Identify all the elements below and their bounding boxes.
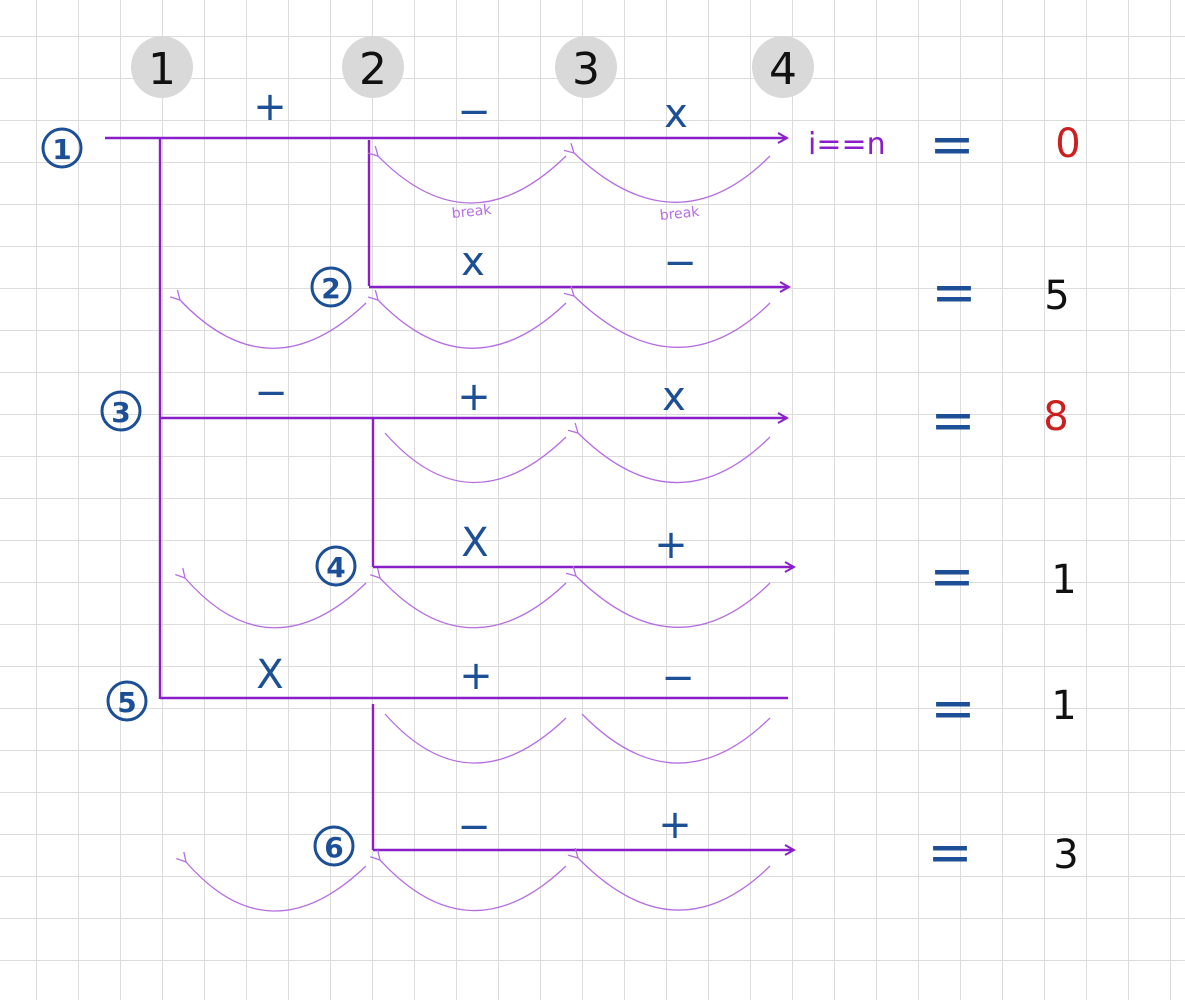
row-marker-1: 1 [41, 127, 83, 169]
result-value: 8 [1043, 394, 1068, 440]
row-number: 5 [117, 686, 136, 719]
operator-label: − [457, 804, 491, 850]
row-number: 4 [326, 551, 345, 584]
operator-label: − [663, 240, 697, 286]
backtrack-arc [565, 565, 771, 628]
result-value: 0 [1055, 121, 1080, 167]
column-badge-3: 3 [555, 36, 617, 98]
column-label: 4 [769, 44, 797, 95]
operator-label: + [658, 802, 692, 848]
row-number: 2 [321, 272, 340, 305]
break-label: break [451, 202, 493, 222]
result-value: 5 [1044, 273, 1069, 319]
equals-sign: = [929, 113, 974, 176]
operator-label: − [254, 370, 288, 416]
backtrack-arc [567, 847, 771, 911]
row-markers: 1 2 3 4 5 6 [41, 127, 357, 867]
backtrack-arc [384, 432, 567, 484]
operator-label: + [654, 522, 688, 568]
column-label: 1 [148, 44, 176, 95]
operator-label: x [461, 239, 485, 285]
column-label: 3 [572, 44, 600, 95]
result-value: 1 [1051, 683, 1076, 729]
terminal-condition-label: i==n [808, 127, 886, 162]
operator-label: x [664, 91, 688, 137]
operator-label: + [253, 84, 287, 130]
backtrack-arc [176, 851, 367, 912]
row-marker-5: 5 [106, 680, 148, 722]
operator-labels: + − x x − − + x X + X + − − + [253, 84, 697, 850]
operator-label: + [457, 374, 491, 420]
equals-sign: = [927, 821, 972, 884]
backtrack-arc [370, 567, 567, 629]
operator-label: x [662, 374, 686, 420]
operator-label: − [457, 89, 491, 135]
backtrack-arc [581, 713, 771, 764]
row-number: 6 [324, 831, 343, 864]
backtrack-arc [367, 145, 567, 204]
backtrack-arc [563, 142, 771, 203]
row-number: 3 [111, 396, 130, 429]
notebook-grid-canvas: 1 2 3 4 break break i==n 1 2 3 4 5 6 + −… [0, 0, 1185, 1000]
row-marker-4: 4 [315, 545, 357, 587]
column-badge-1: 1 [131, 36, 193, 98]
break-label: break [659, 204, 701, 224]
row-marker-2: 2 [310, 266, 352, 308]
backtrack-arc [567, 422, 771, 484]
operator-label: X [461, 520, 488, 566]
row-marker-6: 6 [313, 825, 355, 867]
row-marker-3: 3 [100, 390, 142, 432]
backtrack-arc [169, 289, 367, 349]
operator-label: + [459, 653, 493, 699]
result-value: 1 [1051, 557, 1076, 603]
equals-sign: = [929, 545, 974, 608]
column-badge-4: 4 [752, 36, 814, 98]
equals-column: = = = = = = [927, 113, 976, 884]
equals-sign: = [930, 677, 975, 740]
equals-sign: = [930, 389, 975, 452]
row-number: 1 [52, 133, 71, 166]
result-value: 3 [1053, 832, 1078, 878]
column-label: 2 [359, 44, 387, 95]
backtrack-arc [370, 849, 567, 912]
results-column: 0 5 8 1 1 3 [1043, 121, 1080, 878]
backtrack-arc [384, 713, 567, 764]
recursion-tree-diagram: 1 2 3 4 break break i==n 1 2 3 4 5 6 + −… [41, 36, 1081, 912]
operator-label: X [256, 652, 283, 698]
equals-sign: = [931, 261, 976, 324]
backtrack-arc [367, 289, 567, 349]
operator-label: − [661, 655, 695, 701]
column-badge-2: 2 [342, 36, 404, 98]
backtrack-arc [563, 285, 771, 348]
